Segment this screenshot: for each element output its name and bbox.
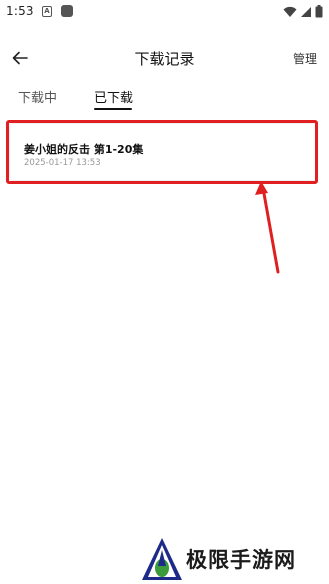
top-app-bar: 下载记录 管理 [0, 40, 329, 76]
active-tab-indicator [94, 108, 132, 110]
battery-icon [315, 5, 323, 18]
signal-icon [301, 6, 311, 17]
download-tabs: 下载中 已下载 [0, 86, 329, 112]
status-bar: 1:53 A [0, 0, 329, 26]
notification-a-icon: A [42, 6, 52, 17]
watermark-emblem-icon [142, 538, 182, 580]
app-notification-icon [61, 5, 73, 17]
manage-button[interactable]: 管理 [293, 50, 317, 67]
status-time: 1:53 [6, 4, 34, 18]
watermark-logo: 极限手游网 [140, 536, 320, 582]
watermark-text: 极限手游网 [186, 548, 296, 572]
page-title: 下载记录 [134, 50, 195, 68]
app-screen: 1:53 A 下载记录 管理 下载中 已下载 姜小姐的反击 第1-20集 202… [0, 0, 329, 584]
annotation-highlight-box [6, 120, 318, 184]
tab-downloaded[interactable]: 已下载 [94, 87, 133, 106]
wifi-icon [283, 6, 297, 17]
tab-downloading[interactable]: 下载中 [18, 87, 57, 106]
annotation-arrow-icon [255, 181, 280, 274]
status-indicators [283, 5, 323, 18]
